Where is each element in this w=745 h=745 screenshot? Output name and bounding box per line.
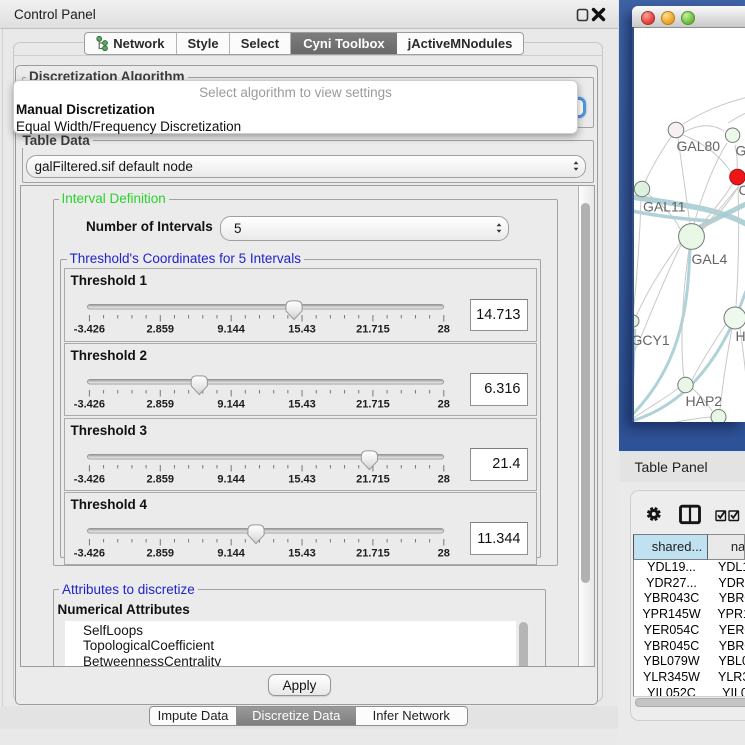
svg-text:GCY1: GCY1	[632, 332, 670, 348]
svg-text:28: 28	[438, 324, 450, 336]
svg-text:21.715: 21.715	[356, 473, 390, 485]
svg-text:-3.426: -3.426	[74, 547, 105, 559]
svg-text:2.859: 2.859	[147, 473, 175, 485]
svg-text:9.144: 9.144	[217, 547, 245, 559]
svg-text:9.144: 9.144	[217, 398, 245, 410]
svg-text:CDC6: CDC6	[738, 182, 745, 198]
svg-text:21.715: 21.715	[356, 547, 390, 559]
svg-text:28: 28	[438, 547, 450, 559]
svg-text:GAL4: GAL4	[691, 251, 727, 267]
svg-text:9.144: 9.144	[217, 473, 245, 485]
svg-text:15.43: 15.43	[288, 473, 316, 485]
svg-text:2.859: 2.859	[147, 547, 175, 559]
svg-text:-3.426: -3.426	[74, 324, 105, 336]
svg-text:GAL3: GAL3	[735, 143, 745, 159]
svg-text:2.859: 2.859	[147, 398, 175, 410]
svg-text:15.43: 15.43	[288, 547, 316, 559]
svg-text:GAL11: GAL11	[643, 199, 686, 215]
svg-text:15.43: 15.43	[288, 398, 316, 410]
svg-text:HAP2: HAP2	[685, 393, 722, 409]
svg-text:28: 28	[438, 398, 450, 410]
svg-text:15.43: 15.43	[288, 324, 316, 336]
svg-text:21.715: 21.715	[356, 398, 390, 410]
svg-text:GAL80: GAL80	[676, 138, 720, 154]
svg-text:28: 28	[438, 473, 450, 485]
svg-text:-3.426: -3.426	[74, 398, 105, 410]
svg-text:21.715: 21.715	[356, 324, 390, 336]
svg-text:2.859: 2.859	[147, 324, 175, 336]
svg-text:-3.426: -3.426	[74, 473, 105, 485]
svg-text:HIS4: HIS4	[735, 328, 745, 344]
svg-text:9.144: 9.144	[217, 324, 245, 336]
